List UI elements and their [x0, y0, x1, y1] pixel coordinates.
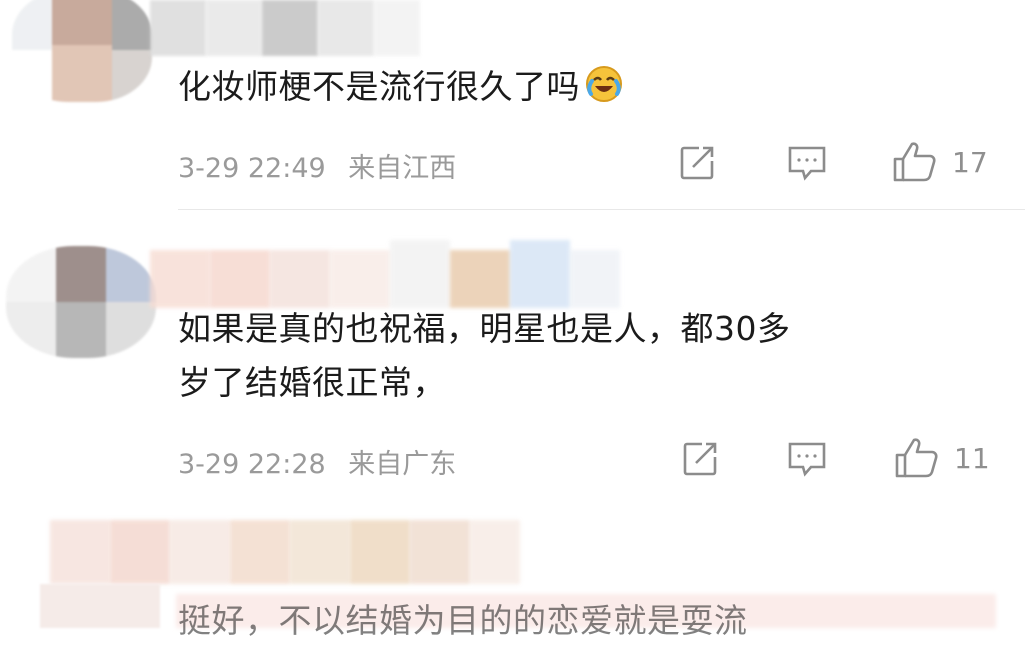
username-blurred[interactable] — [150, 0, 420, 58]
thumbs-up-icon — [894, 436, 940, 480]
comment-location: 来自广东 — [348, 449, 457, 480]
comment-3: 挺好，不以结婚为目的的恋爱就是耍流 — [0, 510, 1025, 640]
comment-time: 3-29 22:28 — [178, 449, 326, 480]
comment-time: 3-29 22:49 — [178, 153, 326, 184]
comment-text-line: 岁了结婚很正常， — [178, 363, 446, 402]
like-count: 17 — [952, 145, 988, 179]
laughing-crying-emoji-icon — [584, 64, 624, 104]
comment-location: 来自江西 — [348, 153, 457, 184]
like-button[interactable]: 11 — [894, 436, 990, 480]
share-button[interactable] — [680, 439, 720, 479]
comment-text-line: 挺好，不以结婚为目的的恋爱就是耍流 — [178, 601, 748, 640]
avatar[interactable] — [12, 0, 152, 102]
username-blurred[interactable] — [150, 240, 620, 308]
comment-text: 化妆师梗不是流行很久了吗 — [178, 60, 624, 114]
comment-meta: 3-29 22:28 来自广东 — [178, 442, 456, 481]
thumbs-up-icon — [892, 140, 938, 184]
share-icon — [677, 143, 717, 183]
like-count: 11 — [954, 441, 990, 475]
comment-text: 挺好，不以结婚为目的的恋爱就是耍流 — [178, 594, 748, 648]
share-button[interactable] — [677, 143, 717, 183]
avatar[interactable] — [40, 584, 160, 628]
username-blurred[interactable] — [50, 520, 520, 584]
comment-meta: 3-29 22:49 来自江西 — [178, 146, 456, 185]
reply-button[interactable] — [786, 439, 828, 479]
comment-text: 如果是真的也祝福，明星也是人，都30多 岁了结婚很正常， — [178, 302, 791, 410]
comment-icon — [786, 439, 828, 479]
comment-text-line: 化妆师梗不是流行很久了吗 — [178, 67, 580, 106]
share-icon — [680, 439, 720, 479]
comment-icon — [786, 143, 828, 183]
comment-text-line: 如果是真的也祝福，明星也是人，都30多 — [178, 309, 791, 348]
comment-1: 化妆师梗不是流行很久了吗 3-29 22:49 来自江西 17 — [0, 0, 1025, 210]
avatar[interactable] — [6, 246, 156, 358]
reply-button[interactable] — [786, 143, 828, 183]
comment-2: 如果是真的也祝福，明星也是人，都30多 岁了结婚很正常， 3-29 22:28 … — [0, 210, 1025, 510]
like-button[interactable]: 17 — [892, 140, 988, 184]
